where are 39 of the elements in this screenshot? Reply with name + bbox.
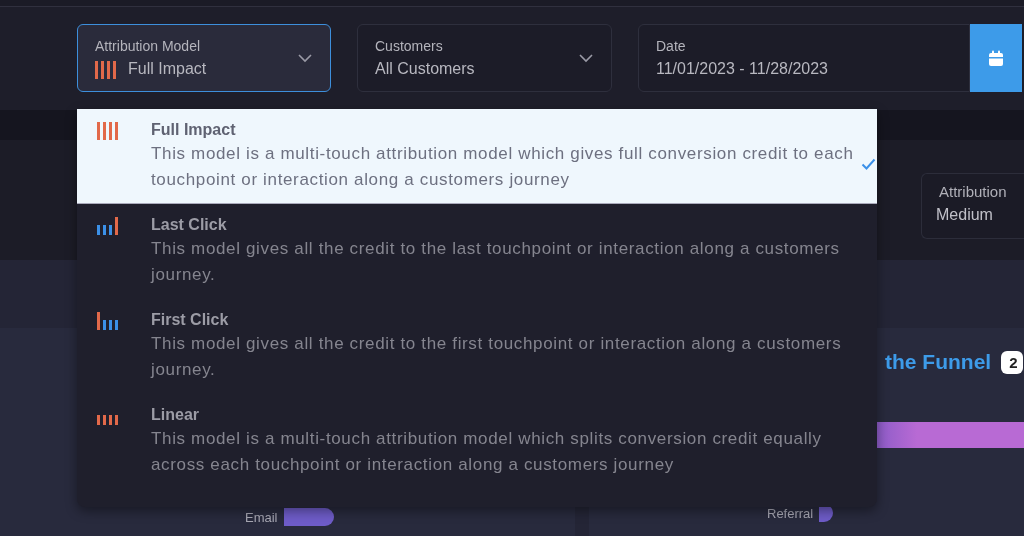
bars-icon bbox=[95, 60, 116, 79]
card-value: Medium bbox=[936, 206, 994, 224]
field-value: 11/01/2023 - 11/28/2023 bbox=[656, 60, 828, 78]
calendar-button[interactable] bbox=[970, 24, 1022, 92]
menu-option[interactable]: Linear This model is a multi-touch attribution model which splits conversion credit equally across each touchpoint or interaction along a customers journey bbox=[77, 394, 877, 489]
chevron-down-icon bbox=[297, 53, 313, 63]
channel-bar bbox=[283, 508, 334, 526]
date-field[interactable]: Date 11/01/2023 - 11/28/2023 bbox=[638, 24, 970, 92]
chevron-down-icon bbox=[578, 53, 594, 63]
option-title: Last Click bbox=[151, 215, 228, 235]
panel-title: the Funnel bbox=[885, 350, 992, 374]
card-label: Attribution bbox=[938, 183, 1008, 200]
bars-icon bbox=[97, 415, 118, 425]
calendar-icon bbox=[988, 49, 1004, 67]
attribution-card[interactable]: Attribution Medium bbox=[921, 173, 1024, 239]
field-label: Attribution Model bbox=[95, 37, 202, 54]
option-title: First Click bbox=[151, 310, 230, 330]
select-field[interactable]: Attribution Model Full Impact bbox=[77, 24, 331, 92]
field-label: Date bbox=[656, 38, 687, 54]
option-description: This model gives all the credit to the first touchpoint or interaction along a customers journey. bbox=[151, 333, 843, 381]
field-label: Customers bbox=[375, 38, 444, 54]
bars-icon bbox=[97, 217, 118, 235]
channel-label: Email bbox=[245, 509, 278, 525]
field-value: All Customers bbox=[375, 60, 475, 78]
bars-icon bbox=[97, 122, 118, 140]
option-description: This model gives all the credit to the last touchpoint or interaction along a customers journey. bbox=[151, 238, 841, 286]
select-field[interactable]: Customers All Customers bbox=[357, 24, 612, 92]
option-description: This model is a multi-touch attribution model which splits conversion credit equally across each touchpoint or interaction along a customers journey bbox=[151, 428, 823, 476]
bars-icon bbox=[97, 312, 118, 330]
channel-label: Referral bbox=[767, 505, 814, 521]
option-description: This model is a multi-touch attribution model which gives full conversion credit to each touchpoint or interaction along a customers journey bbox=[151, 143, 855, 191]
field-value: Full Impact bbox=[128, 60, 207, 78]
option-title: Linear bbox=[151, 405, 200, 425]
menu-option[interactable]: Last Click This model gives all the credit to the last touchpoint or interaction along a customers journey. bbox=[77, 204, 877, 299]
option-title: Full Impact bbox=[151, 120, 237, 140]
check-icon bbox=[861, 158, 876, 170]
menu-option[interactable]: Full Impact This model is a multi-touch attribution model which gives full conversion credit to each touchpoint or interaction along a customers journey bbox=[77, 109, 877, 204]
count-badge: 2 bbox=[1001, 350, 1023, 374]
menu-option[interactable]: First Click This model gives all the credit to the first touchpoint or interaction along a customers journey. bbox=[77, 299, 877, 394]
